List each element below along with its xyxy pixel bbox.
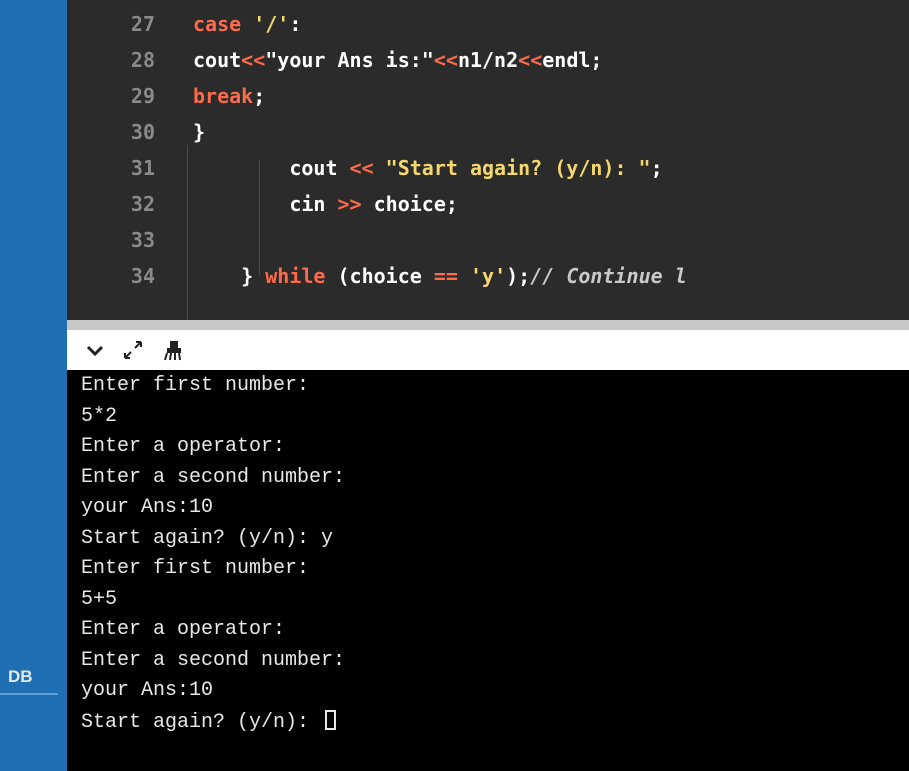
console-line-text: Enter a operator:: [81, 435, 286, 458]
code-token: // Continue l: [530, 264, 687, 288]
code-token: <<: [518, 48, 543, 72]
code-line: case '/':: [193, 12, 301, 36]
code-token: choice;: [361, 192, 458, 216]
code-line: } while (choice == 'y');// Continue l: [193, 264, 687, 288]
code-line: break;: [193, 84, 265, 108]
code-token: :: [289, 12, 302, 36]
code-token: (choice: [325, 264, 434, 288]
console-line: Enter a second number:: [81, 649, 345, 672]
code-token: n1/n2: [457, 48, 519, 72]
console-line-text: your Ans:10: [81, 496, 214, 519]
console-line: Enter a operator:: [81, 618, 285, 641]
code-token: break: [193, 84, 254, 108]
line-number: 30: [130, 120, 155, 144]
console-line: Start again? (y/n): y: [81, 527, 333, 550]
code-line: cin >> choice;: [193, 192, 458, 216]
expand-icon[interactable]: [121, 338, 145, 362]
code-token: cin: [193, 192, 338, 216]
code-line: cout << "Start again? (y/n): ";: [193, 156, 663, 180]
code-token: ==: [433, 264, 458, 288]
console-line-text: Enter a second number:: [81, 465, 346, 489]
code-token: ;: [253, 84, 266, 108]
code-token: cout: [193, 48, 242, 72]
console-toolbar: [67, 330, 909, 370]
code-token: "Start again? (y/n): ": [373, 156, 651, 180]
console-line: Start again? (y/n):: [81, 709, 337, 734]
code-token: '/': [253, 12, 290, 36]
line-number: 32: [130, 192, 155, 216]
db-tab-underline: [0, 693, 58, 695]
code-token: "your Ans is:": [265, 48, 434, 72]
console-line: 5*2: [81, 405, 117, 428]
console-line: your Ans:10: [81, 679, 213, 702]
code-line: }: [193, 120, 205, 144]
code-token: >>: [337, 192, 362, 216]
console-line-text: Enter first number:: [81, 374, 310, 397]
console-line: your Ans:10: [81, 496, 213, 519]
console-line-text: Enter a second number:: [81, 648, 346, 672]
code-token: while: [265, 264, 326, 288]
console-line-text: Enter first number:: [81, 557, 310, 580]
indent-guide: [187, 145, 188, 320]
line-number: 28: [130, 48, 155, 72]
console-line: Enter first number:: [81, 374, 309, 397]
db-tab-label[interactable]: DB: [8, 667, 33, 687]
console-line-text: Enter a operator:: [81, 618, 286, 641]
line-number: 31: [130, 156, 155, 180]
line-number: 33: [130, 228, 155, 252]
line-number: 34: [130, 264, 155, 288]
code-token: case: [193, 12, 254, 36]
left-sidebar: DB: [0, 0, 67, 771]
code-line: cout<<"your Ans is:"<<n1/n2<<endl;: [193, 48, 602, 72]
console-line: 5+5: [81, 588, 117, 611]
chevron-down-icon[interactable]: [83, 338, 107, 362]
code-token: }: [193, 264, 266, 288]
line-number: 29: [130, 84, 155, 108]
clear-console-icon[interactable]: [161, 338, 185, 362]
console-line: Enter first number:: [81, 557, 309, 580]
console-line-text: 5+5: [81, 587, 118, 611]
console-line: Enter a operator:: [81, 435, 285, 458]
code-token: );: [506, 264, 531, 288]
line-number: 27: [130, 12, 155, 36]
code-token: <<: [433, 48, 458, 72]
code-token: }: [193, 120, 206, 144]
code-token: <<: [349, 156, 374, 180]
console-line-text: Start again? (y/n): y: [81, 526, 334, 550]
code-token: cout: [193, 156, 350, 180]
code-token: endl;: [542, 48, 603, 72]
code-token: ;: [650, 156, 663, 180]
code-token: 'y': [469, 264, 507, 288]
console-line-text: 5*2: [81, 404, 118, 428]
console-line-text: your Ans:10: [81, 679, 214, 702]
code-editor[interactable]: 27 case '/': 28 cout<<"your Ans is:"<<n1/n2…: [67, 0, 909, 320]
console-line-text: Start again? (y/n):: [81, 710, 322, 734]
code-token: <<: [241, 48, 266, 72]
input-cursor[interactable]: [325, 709, 337, 730]
console-output[interactable]: Enter first number: 5*2 Enter a operator: E…: [67, 370, 909, 771]
panel-splitter[interactable]: [67, 320, 909, 330]
console-line: Enter a second number:: [81, 466, 345, 489]
